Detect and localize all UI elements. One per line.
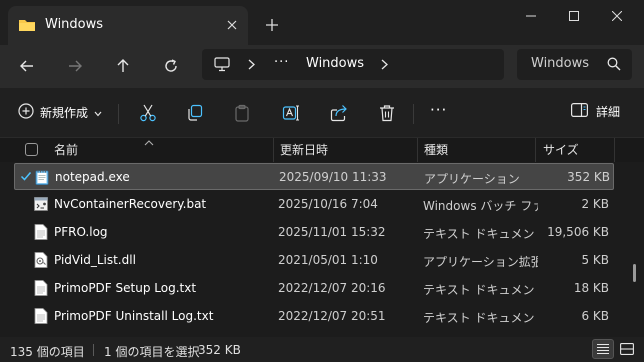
select-all-checkbox[interactable]: [25, 143, 38, 156]
table-row[interactable]: PFRO.log 2025/11/01 15:32 テキスト ドキュメント 19…: [14, 219, 614, 246]
file-size: 6 KB: [581, 309, 609, 323]
column-date[interactable]: 更新日時: [280, 141, 328, 158]
selection-size: 352 KB: [198, 343, 241, 357]
table-row[interactable]: NvContainerRecovery.bat 2025/10/16 7:04 …: [14, 191, 614, 218]
paste-icon[interactable]: [231, 102, 253, 124]
search-field[interactable]: Windows: [517, 49, 632, 80]
new-button[interactable]: 新規作成: [18, 103, 102, 122]
table-row[interactable]: PrimoPDF Setup Log.txt 2022/12/07 20:16 …: [14, 275, 614, 302]
details-button[interactable]: 詳細: [571, 103, 620, 120]
address-bar[interactable]: ··· Windows: [202, 49, 504, 80]
new-tab-button[interactable]: [262, 15, 282, 35]
item-count: 135 個の項目: [10, 345, 85, 359]
selection-count: 1 個の項目を選択: [104, 345, 200, 359]
delete-icon[interactable]: [376, 102, 398, 124]
folder-icon: [18, 17, 36, 33]
file-type: テキスト ドキュメント: [423, 311, 538, 325]
status-divider: [93, 344, 94, 356]
file-date: 2025/10/16 7:04: [278, 197, 378, 211]
back-button[interactable]: [14, 53, 40, 79]
divider: [413, 104, 414, 124]
sort-up-icon: [144, 135, 154, 149]
share-icon[interactable]: [328, 102, 350, 124]
tab-title: Windows: [45, 17, 104, 32]
file-size: 352 KB: [567, 170, 610, 184]
file-date: 2025/09/10 11:33: [279, 170, 387, 184]
close-window-button[interactable]: [598, 4, 636, 28]
column-size[interactable]: サイズ: [543, 141, 579, 158]
search-input[interactable]: Windows: [531, 56, 589, 71]
details-label: 詳細: [596, 105, 621, 119]
command-bar: 新規作成 ··· 詳細: [0, 88, 644, 138]
tab-windows[interactable]: Windows: [8, 6, 248, 45]
refresh-button[interactable]: [158, 53, 184, 79]
minimize-button[interactable]: [512, 4, 550, 28]
text-file-icon: [34, 224, 48, 240]
file-type: アプリケーション: [424, 172, 520, 186]
close-tab-icon[interactable]: [222, 15, 242, 35]
up-button[interactable]: [110, 53, 136, 79]
file-size: 2 KB: [581, 197, 609, 211]
scrollbar-thumb[interactable]: [633, 264, 636, 282]
batch-file-icon: [34, 196, 48, 212]
file-name: PFRO.log: [54, 225, 108, 239]
cut-icon[interactable]: [137, 102, 159, 124]
file-name: NvContainerRecovery.bat: [54, 197, 207, 211]
table-row[interactable]: PrimoPDF Uninstall Log.txt 2022/12/07 20…: [14, 303, 614, 327]
table-row[interactable]: notepad.exe 2025/09/10 11:33 アプリケーション 35…: [14, 163, 614, 190]
notepad-icon: [35, 169, 49, 185]
chevron-right-icon[interactable]: [381, 59, 388, 73]
copy-icon[interactable]: [184, 102, 206, 124]
file-name: notepad.exe: [55, 170, 130, 184]
title-bar: Windows: [0, 0, 644, 45]
file-name: PrimoPDF Uninstall Log.txt: [54, 309, 214, 323]
file-size: 18 KB: [573, 281, 609, 295]
maximize-button[interactable]: [555, 4, 593, 28]
text-file-icon: [34, 308, 48, 324]
file-date: 2021/05/01 1:10: [278, 253, 378, 267]
column-header: 名前 更新日時 種類 サイズ: [0, 138, 644, 162]
details-view-icon[interactable]: [592, 339, 614, 359]
details-pane-icon: [571, 103, 589, 120]
file-size: 19,506 KB: [547, 225, 609, 239]
search-icon: [607, 57, 621, 74]
rename-icon[interactable]: [280, 102, 302, 124]
file-list: notepad.exe 2025/09/10 11:33 アプリケーション 35…: [0, 162, 630, 327]
dll-file-icon: [34, 252, 48, 268]
file-date: 2022/12/07 20:16: [278, 281, 386, 295]
file-type: テキスト ドキュメント: [423, 227, 538, 241]
add-circle-icon: [18, 103, 34, 122]
new-button-label: 新規作成: [40, 106, 89, 120]
column-divider[interactable]: [614, 138, 615, 162]
breadcrumb-overflow[interactable]: ···: [274, 55, 289, 70]
file-type: Windows バッチ ファイル: [423, 199, 538, 213]
file-size: 5 KB: [581, 253, 609, 267]
forward-button[interactable]: [62, 53, 88, 79]
navigation-bar: ··· Windows Windows: [0, 45, 644, 88]
divider: [118, 104, 119, 124]
file-type: アプリケーション拡張: [423, 255, 538, 269]
column-type[interactable]: 種類: [424, 141, 448, 158]
more-options-button[interactable]: ···: [430, 101, 447, 119]
file-date: 2025/11/01 15:32: [278, 225, 386, 239]
text-file-icon: [34, 280, 48, 296]
column-name[interactable]: 名前: [54, 141, 78, 158]
column-divider[interactable]: [535, 138, 536, 162]
file-name: PidVid_List.dll: [54, 253, 136, 267]
table-row[interactable]: PidVid_List.dll 2021/05/01 1:10 アプリケーション…: [14, 247, 614, 274]
breadcrumb-windows[interactable]: Windows: [306, 56, 364, 71]
tiles-view-icon[interactable]: [616, 339, 638, 359]
chevron-right-icon: [248, 59, 255, 73]
column-divider[interactable]: [417, 138, 418, 162]
vertical-scrollbar[interactable]: [632, 162, 638, 327]
computer-icon: [214, 57, 230, 75]
status-bar: 135 個の項目 1 個の項目を選択 352 KB: [0, 337, 644, 362]
file-date: 2022/12/07 20:51: [278, 309, 386, 323]
column-divider[interactable]: [273, 138, 274, 162]
checkmark-icon[interactable]: [20, 170, 32, 185]
chevron-down-icon: [94, 106, 102, 120]
file-type: テキスト ドキュメント: [423, 283, 538, 297]
file-name: PrimoPDF Setup Log.txt: [54, 281, 197, 295]
